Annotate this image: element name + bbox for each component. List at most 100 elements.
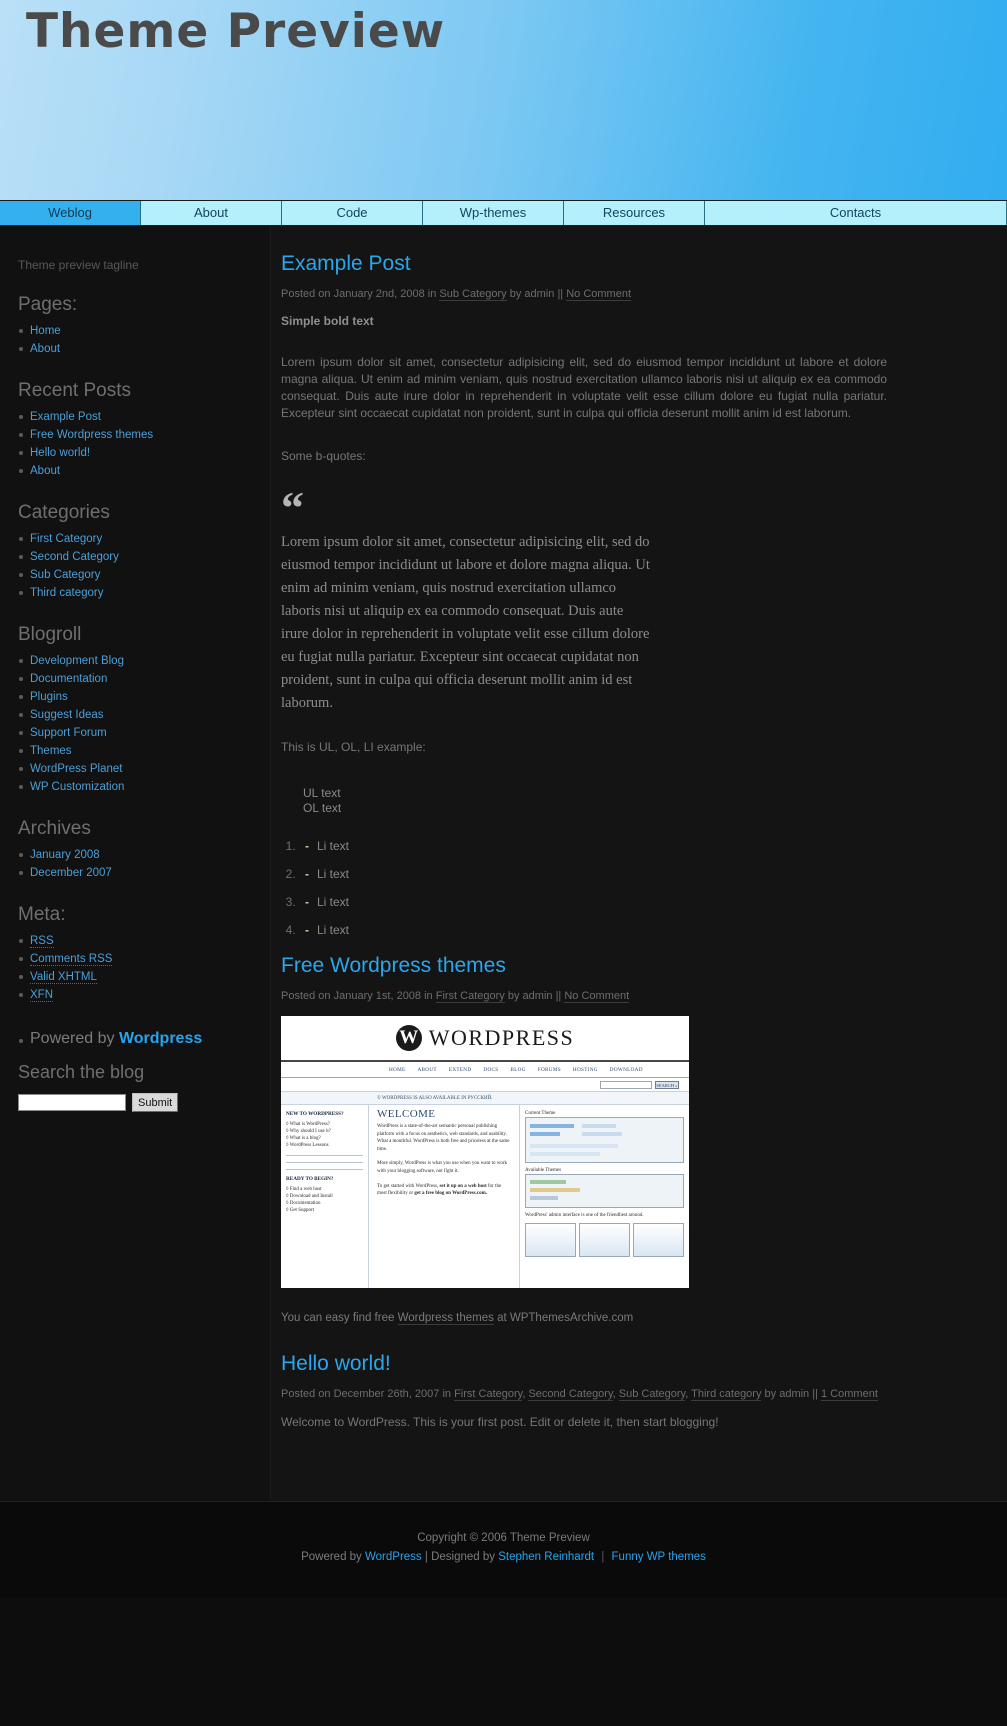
list-item[interactable]: Home	[18, 322, 270, 340]
list-item[interactable]: Themes	[18, 742, 270, 760]
list-item[interactable]: WordPress Planet	[18, 760, 270, 778]
nav-item-wp-themes[interactable]: Wp-themes	[423, 201, 564, 225]
list-item[interactable]: Hello world!	[18, 444, 270, 462]
footer-funny-themes-link[interactable]: Funny WP themes	[612, 1551, 706, 1563]
sidebar-link-suggest-ideas[interactable]: Suggest Ideas	[30, 709, 104, 721]
list-item[interactable]: About	[18, 462, 270, 480]
sidebar-link-development-blog[interactable]: Development Blog	[30, 655, 124, 667]
list-item[interactable]: First Category	[18, 530, 270, 548]
list-item[interactable]: Free Wordpress themes	[18, 426, 270, 444]
list-item[interactable]: January 2008	[18, 846, 270, 864]
wp-mid-paragraph-3: To get started with WordPress, set it up…	[377, 1183, 511, 1198]
list-item[interactable]: Documentation	[18, 670, 270, 688]
post-category-link-second[interactable]: Second Category	[528, 1388, 613, 1401]
wp-left-link: ◊ What is a blog?	[286, 1136, 321, 1141]
wp-nav-hosting: HOSTING	[572, 1066, 598, 1073]
list-item[interactable]: Plugins	[18, 688, 270, 706]
nav-item-code[interactable]: Code	[282, 201, 423, 225]
wp-ready-link: ◊ Find a web host	[286, 1187, 322, 1192]
sidebar-link-about-post[interactable]: About	[30, 465, 60, 477]
wordpress-themes-link[interactable]: Wordpress themes	[397, 1312, 494, 1325]
sidebar-link-hello-world[interactable]: Hello world!	[30, 447, 90, 459]
sidebar-powered-by: Powered by Wordpress	[0, 1030, 270, 1048]
list-item[interactable]: Third category	[18, 584, 270, 602]
list-item[interactable]: Support Forum	[18, 724, 270, 742]
list-item[interactable]: Valid XHTML	[18, 968, 270, 986]
sidebar-link-valid-xhtml[interactable]: Valid XHTML	[30, 971, 97, 984]
sidebar: Theme preview tagline Pages: Home About …	[0, 226, 270, 1501]
wp-thumbnail	[525, 1223, 576, 1257]
post-meta-separator: ||	[557, 288, 564, 300]
post-bold-text: Simple bold text	[281, 314, 374, 328]
sidebar-link-about[interactable]: About	[30, 343, 60, 355]
list-item[interactable]: About	[18, 340, 270, 358]
main-navigation: Weblog About Code Wp-themes Resources Co…	[0, 200, 1007, 226]
post-comments-link[interactable]: 1 Comment	[821, 1388, 878, 1401]
post-comments-link[interactable]: No Comment	[566, 288, 632, 301]
post-title[interactable]: Hello world!	[281, 1352, 887, 1376]
post-category-link-third[interactable]: Third category	[691, 1388, 762, 1401]
sidebar-link-xfn[interactable]: XFN	[30, 989, 53, 1002]
list-item[interactable]: WP Customization	[18, 778, 270, 796]
post-title[interactable]: Example Post	[281, 252, 887, 276]
post-title[interactable]: Free Wordpress themes	[281, 954, 887, 978]
list-item[interactable]: Suggest Ideas	[18, 706, 270, 724]
sidebar-link-second-category[interactable]: Second Category	[30, 551, 119, 563]
search-form: Submit	[0, 1093, 270, 1112]
sidebar-link-support-forum[interactable]: Support Forum	[30, 727, 107, 739]
wp-nav-download: DOWNLOAD	[609, 1066, 643, 1073]
sidebar-link-home[interactable]: Home	[30, 325, 61, 337]
nav-item-contacts[interactable]: Contacts	[705, 201, 1007, 225]
sidebar-link-documentation[interactable]: Documentation	[30, 673, 107, 685]
post-meta: Posted on January 1st, 2008 in First Cat…	[281, 988, 887, 1004]
sidebar-link-december-2007[interactable]: December 2007	[30, 867, 112, 879]
list-item[interactable]: Development Blog	[18, 652, 270, 670]
sidebar-link-comments-rss[interactable]: Comments RSS	[30, 953, 113, 966]
wp-logo-bar: W WORDPRESS	[281, 1016, 689, 1062]
sidebar-link-first-category[interactable]: First Category	[30, 533, 102, 545]
sidebar-link-free-wordpress-themes[interactable]: Free Wordpress themes	[30, 429, 153, 441]
wp-nav-blog: BLOG	[510, 1066, 526, 1073]
sidebar-link-wp-customization[interactable]: WP Customization	[30, 781, 124, 793]
li-label: Li text	[317, 895, 350, 909]
post-posted-on: Posted on December 26th, 2007 in	[281, 1388, 452, 1400]
footer-designed-label: | Designed by	[424, 1551, 496, 1563]
wp-nav-extend: EXTEND	[448, 1066, 472, 1073]
sidebar-link-plugins[interactable]: Plugins	[30, 691, 68, 703]
wp-p3-bold-1: set it up on a web host	[439, 1183, 487, 1189]
powered-by-wordpress-link[interactable]: Wordpress	[119, 1030, 202, 1047]
post-comments-link[interactable]: No Comment	[564, 990, 630, 1003]
post-category-link-sub[interactable]: Sub Category	[618, 1388, 686, 1401]
sidebar-link-wordpress-planet[interactable]: WordPress Planet	[30, 763, 122, 775]
post-category-link[interactable]: Sub Category	[439, 288, 507, 301]
list-item[interactable]: Comments RSS	[18, 950, 270, 968]
list-item[interactable]: December 2007	[18, 864, 270, 882]
wp-p3-before: To get started with WordPress,	[377, 1183, 439, 1189]
blockquote-text: Lorem ipsum dolor sit amet, consectetur …	[281, 534, 650, 711]
sidebar-link-rss[interactable]: RSS	[30, 935, 54, 948]
sidebar-link-example-post[interactable]: Example Post	[30, 411, 101, 423]
post-category-link-first[interactable]: First Category	[454, 1388, 523, 1401]
post-category-link[interactable]: First Category	[435, 990, 505, 1003]
search-submit-button[interactable]: Submit	[132, 1093, 179, 1112]
nav-item-resources[interactable]: Resources	[564, 201, 705, 225]
sidebar-link-themes[interactable]: Themes	[30, 745, 72, 757]
footer-designer-link[interactable]: Stephen Reinhardt	[498, 1551, 594, 1563]
nav-item-about[interactable]: About	[141, 201, 282, 225]
list-intro: This is UL, OL, LI example:	[281, 740, 426, 754]
ul-example-list: UL text OL text	[281, 786, 887, 816]
list-item: OL text	[303, 801, 342, 815]
li-dash-icon: -	[305, 923, 309, 937]
sidebar-link-january-2008[interactable]: January 2008	[30, 849, 100, 861]
sidebar-link-sub-category[interactable]: Sub Category	[30, 569, 100, 581]
list-item[interactable]: Example Post	[18, 408, 270, 426]
search-input[interactable]	[18, 1094, 126, 1111]
wp-columns: NEW TO WORDPRESS? ◊ What is WordPress? ◊…	[281, 1105, 689, 1288]
list-item[interactable]: RSS	[18, 932, 270, 950]
nav-item-weblog[interactable]: Weblog	[0, 201, 141, 225]
list-item[interactable]: XFN	[18, 986, 270, 1004]
sidebar-link-third-category[interactable]: Third category	[30, 587, 104, 599]
footer-wordpress-link[interactable]: WordPress	[365, 1551, 422, 1563]
list-item[interactable]: Sub Category	[18, 566, 270, 584]
list-item[interactable]: Second Category	[18, 548, 270, 566]
